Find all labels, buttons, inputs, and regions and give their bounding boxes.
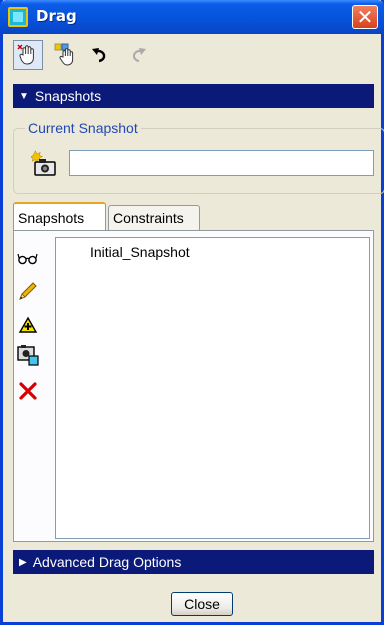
edit-snapshot-button[interactable]: [15, 278, 41, 304]
snapshots-section-label: Snapshots: [34, 88, 102, 104]
show-snapshot-button[interactable]: [15, 246, 41, 272]
close-button[interactable]: Close: [171, 592, 233, 616]
snapshots-section-header[interactable]: ▼ Snapshots: [13, 84, 374, 108]
snapshot-list[interactable]: Initial_Snapshot: [55, 237, 370, 539]
redo-icon: [132, 48, 146, 62]
redo-button[interactable]: [121, 40, 151, 70]
undo-button[interactable]: [87, 40, 117, 70]
tab-constraints[interactable]: Constraints: [108, 205, 200, 231]
drag-hand-icon: [17, 44, 34, 65]
drag-dialog: Drag ✕ ▼ Snapshots Current Snapshot Snap…: [0, 0, 384, 625]
edit-pencil-icon: [19, 282, 37, 300]
expand-arrow-icon: ▼: [19, 90, 29, 102]
camera-icon: [29, 150, 56, 176]
list-item[interactable]: Initial_Snapshot: [90, 244, 190, 260]
advanced-options-header[interactable]: ▶ Advanced Drag Options: [13, 550, 374, 574]
title-bar: Drag ✕: [0, 0, 384, 34]
tab-snapshots[interactable]: Snapshots: [13, 202, 106, 232]
advanced-options-label: Advanced Drag Options: [32, 554, 182, 570]
current-snapshot-input[interactable]: [69, 150, 374, 176]
copy-snapshot-button[interactable]: [15, 342, 41, 368]
add-snapshot-button[interactable]: [15, 312, 41, 338]
delete-snapshot-button[interactable]: [15, 378, 41, 404]
snapshot-camera-button[interactable]: [29, 150, 61, 178]
app-icon: [8, 7, 28, 27]
delete-x-icon: [19, 382, 37, 400]
warning-add-icon: [18, 316, 38, 333]
camera-copy-icon: [17, 345, 39, 366]
drag-hand-button[interactable]: [13, 40, 43, 70]
show-snapshot-icon: [17, 253, 38, 265]
window-close-button[interactable]: ✕: [352, 5, 378, 29]
undo-icon: [92, 48, 106, 63]
multi-drag-button[interactable]: [51, 40, 81, 70]
collapse-arrow-icon: ▶: [19, 556, 27, 568]
toolbar: [13, 40, 373, 74]
current-snapshot-label: Current Snapshot: [25, 120, 141, 136]
multi-drag-hand-icon: [54, 43, 74, 66]
window-title: Drag: [36, 7, 77, 25]
